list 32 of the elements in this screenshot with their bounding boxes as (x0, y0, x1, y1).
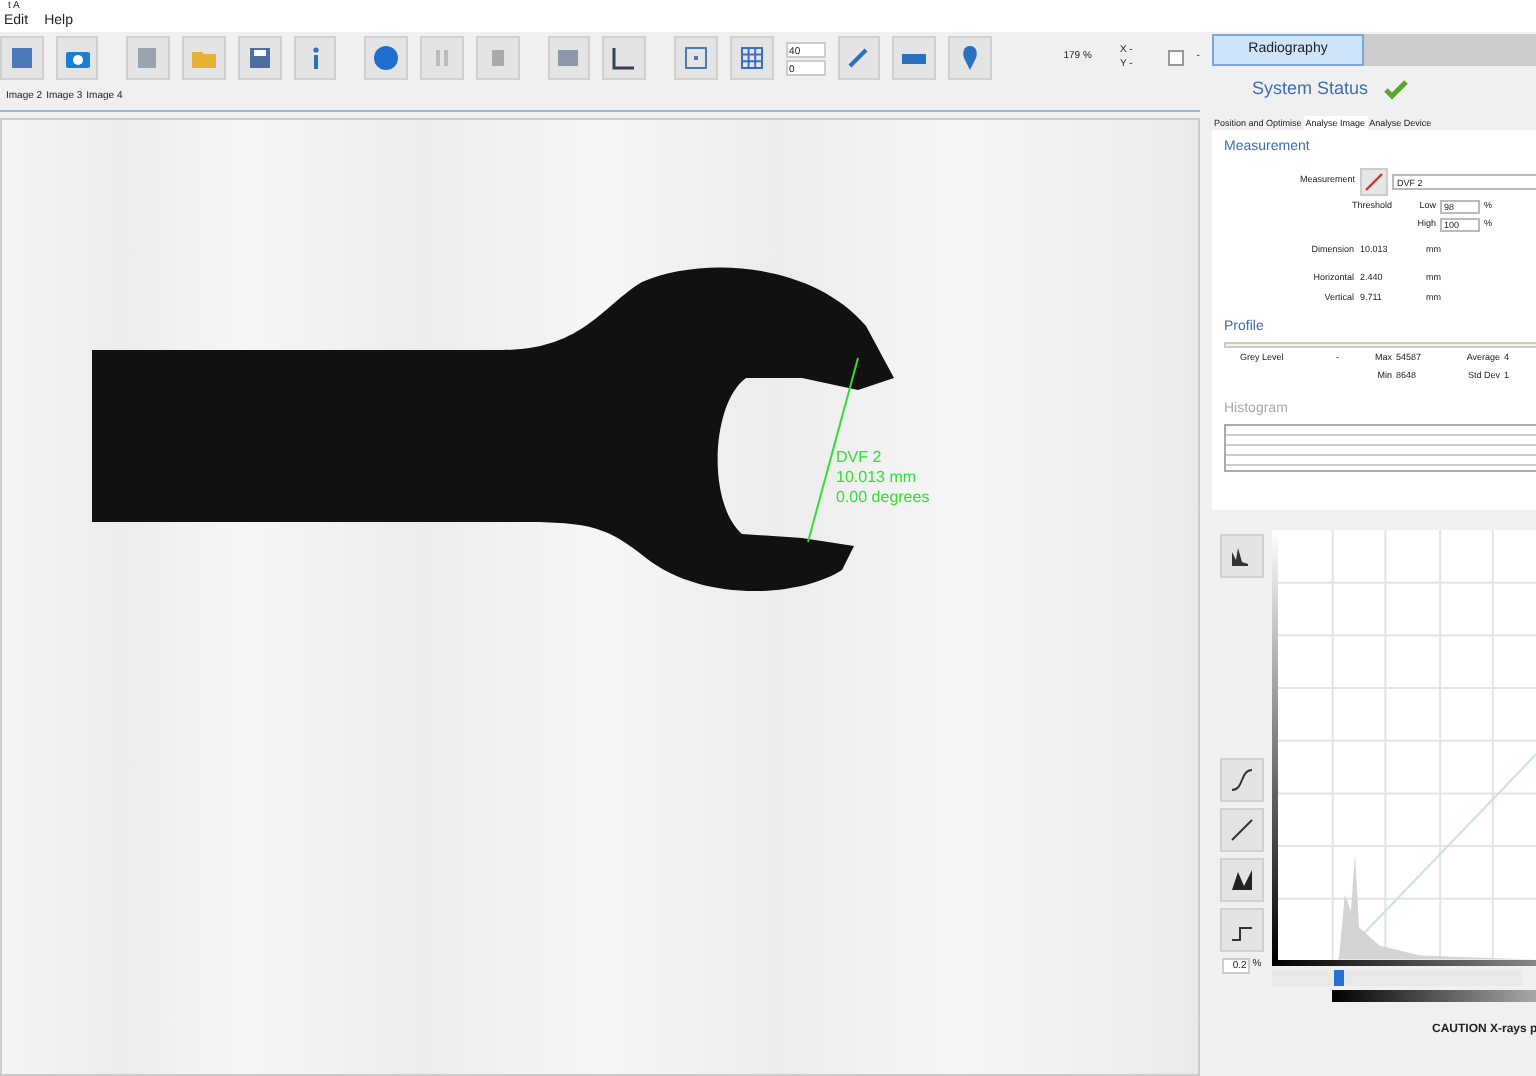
measurement-length: 10.013 mm (836, 468, 919, 488)
start-button[interactable] (364, 36, 409, 80)
measurement-angle: 0.00 degrees (836, 488, 930, 508)
checkbox[interactable] (1168, 50, 1185, 66)
step-button[interactable] (1220, 908, 1264, 952)
peak-icon (1228, 866, 1256, 894)
camera-button[interactable] (55, 36, 99, 80)
frame-button[interactable] (674, 36, 718, 80)
ruler-button[interactable] (892, 36, 937, 80)
grid-button[interactable] (729, 36, 774, 80)
measure-tool-button[interactable] (1359, 167, 1388, 195)
diagonal-line-icon (1228, 816, 1256, 844)
tool-button[interactable] (837, 36, 881, 80)
toolbar-button[interactable] (0, 36, 44, 80)
system-status-title: System Status (1252, 76, 1369, 103)
histogram-button[interactable] (1220, 534, 1264, 578)
measurement-label: DVF 2 (836, 448, 884, 468)
save-button[interactable] (237, 36, 282, 80)
curve-button[interactable] (1220, 758, 1264, 802)
grid-icon (737, 44, 766, 72)
linear-button[interactable] (1220, 808, 1264, 852)
measure-button[interactable] (602, 36, 647, 80)
image-button[interactable] (547, 36, 591, 80)
auto-button[interactable] (1220, 858, 1264, 902)
curve-icon (1228, 766, 1256, 794)
marker-button[interactable] (948, 36, 992, 80)
info-button[interactable] (293, 36, 337, 80)
square-icon (681, 44, 710, 72)
square-icon (7, 44, 36, 72)
slider-thumb[interactable] (1334, 970, 1345, 986)
display-button[interactable] (126, 36, 171, 80)
globe-icon (372, 44, 401, 72)
